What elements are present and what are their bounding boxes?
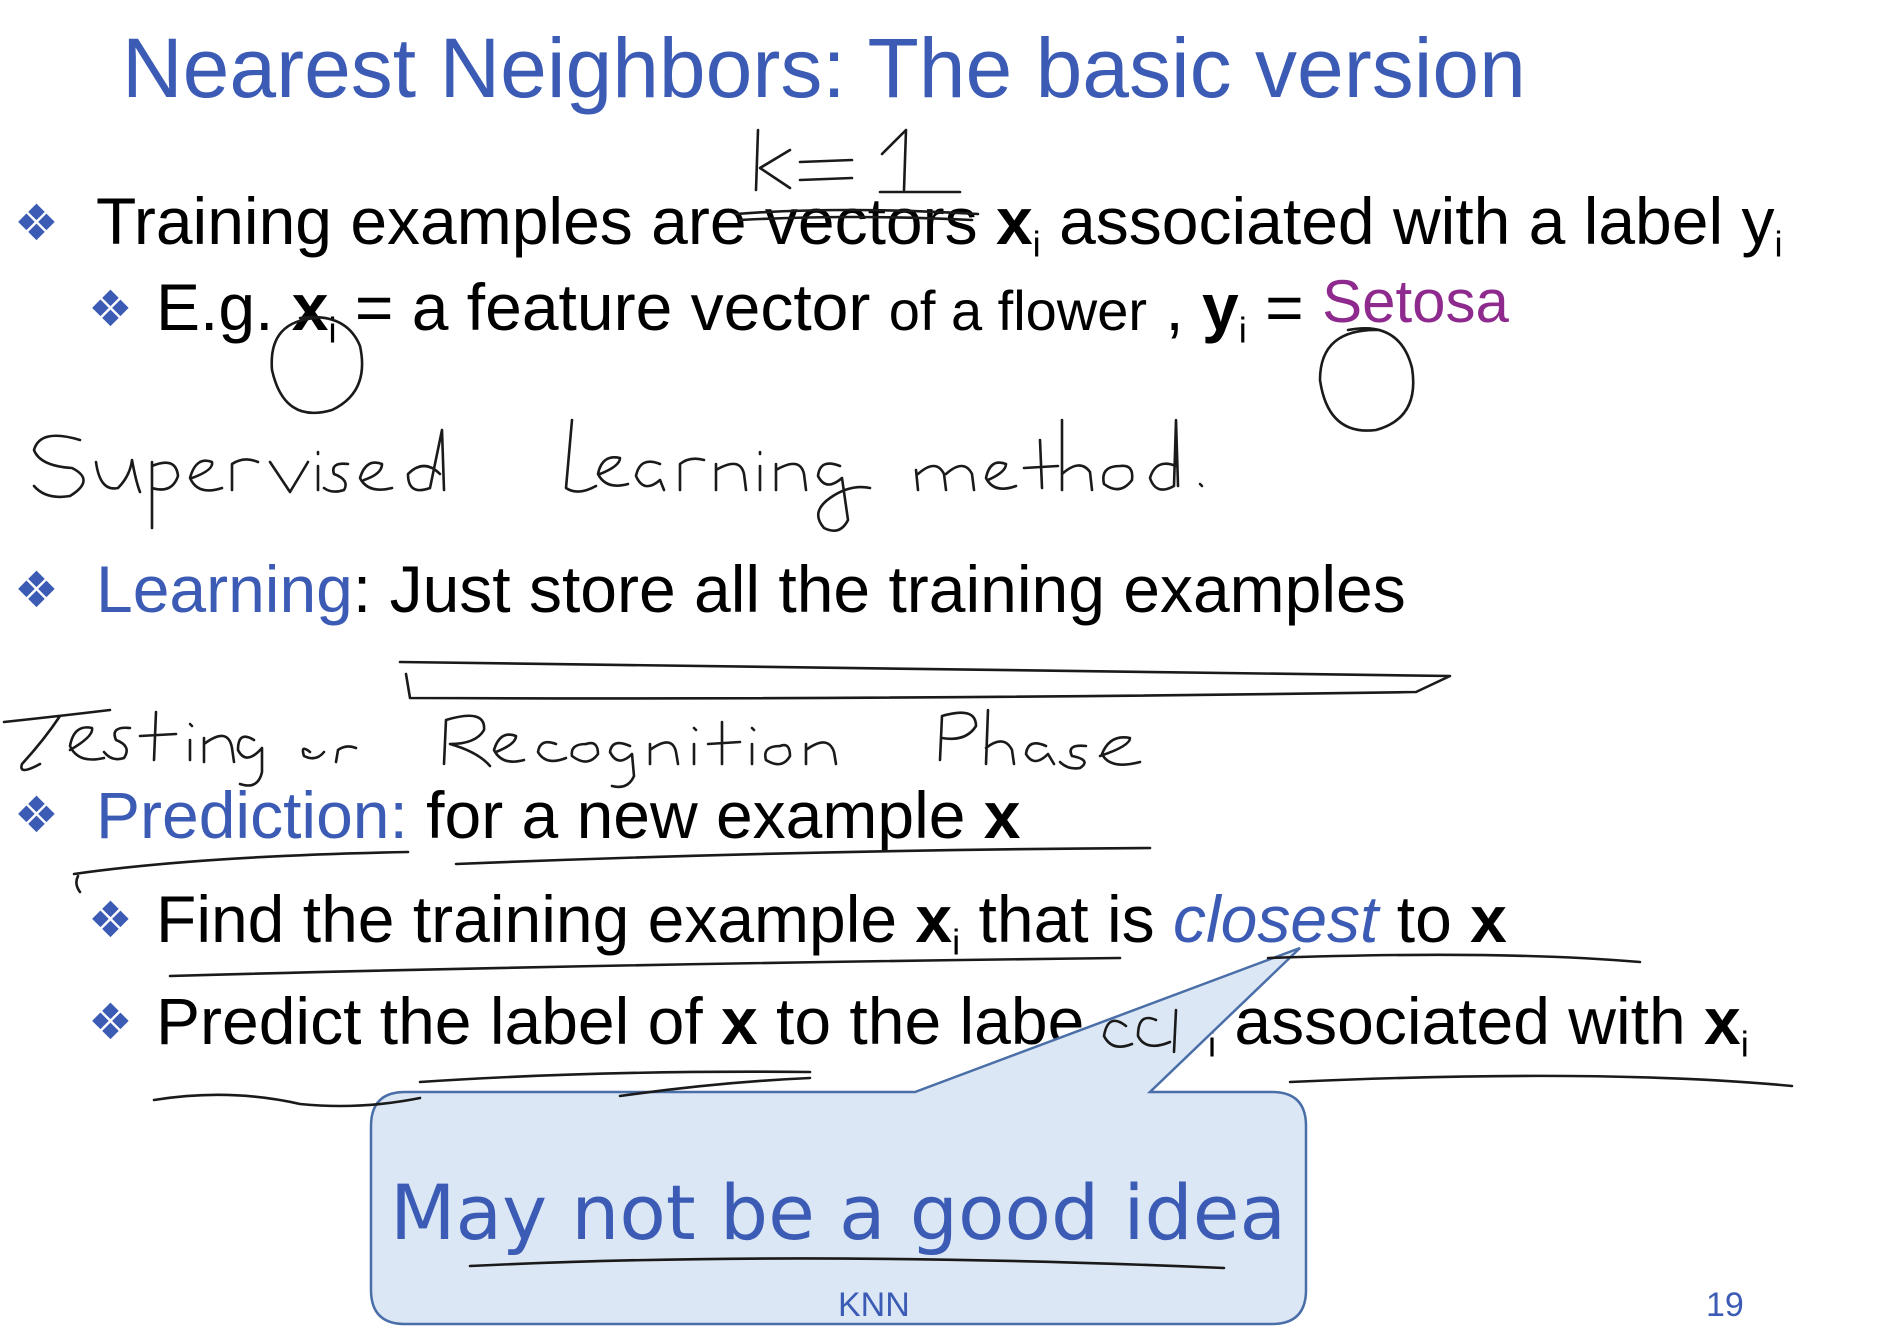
callout-shape: [369, 946, 1308, 1326]
footer-label: KNN: [838, 1286, 910, 1324]
callout-text: May not be a good idea: [389, 1168, 1287, 1257]
page-number: 19: [1706, 1286, 1744, 1324]
callout-bubble: [369, 946, 1308, 1326]
slide: Nearest Neighbors: The basic version ❖ T…: [0, 0, 1880, 1342]
